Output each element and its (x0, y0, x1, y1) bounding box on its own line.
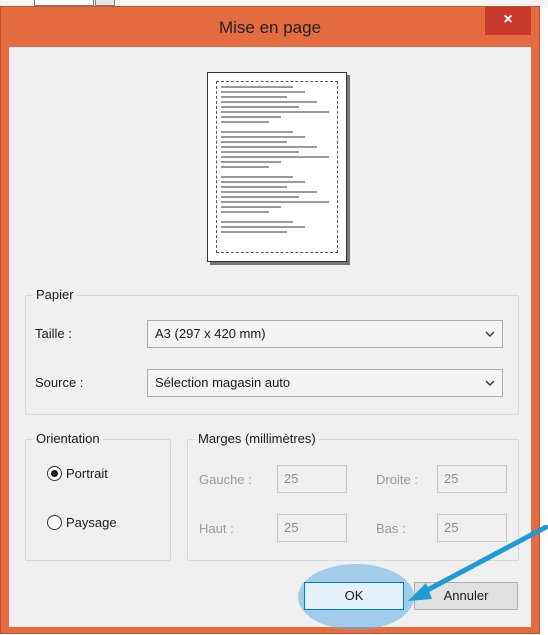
preview-text-line (221, 201, 329, 203)
preview-margin-guide (216, 81, 338, 253)
size-select-value: A3 (297 x 420 mm) (155, 326, 266, 341)
close-button[interactable]: × (485, 7, 531, 35)
preview-text-line (221, 116, 281, 118)
preview-text-line (221, 161, 281, 163)
source-label: Source : (35, 375, 84, 390)
preview-text-line (221, 141, 287, 143)
landscape-radio[interactable]: Paysage (47, 515, 117, 530)
margin-left-input[interactable]: 25 (277, 465, 347, 493)
preview-text-line (221, 91, 305, 93)
preview-text-line (221, 96, 287, 98)
preview-text-line (221, 86, 293, 88)
chevron-down-icon (485, 331, 495, 337)
preview-text-line (221, 206, 281, 208)
preview-text-line (221, 121, 269, 123)
source-select[interactable]: Sélection magasin auto (147, 369, 503, 397)
landscape-radio-circle (47, 515, 62, 530)
preview-text-line (221, 146, 317, 148)
preview-text-line (221, 151, 299, 153)
preview-text-line (221, 181, 305, 183)
orientation-group-label: Orientation (33, 431, 103, 447)
margin-top-label: Haut : (199, 521, 234, 536)
landscape-radio-label: Paysage (66, 515, 117, 530)
preview-text-line (221, 111, 329, 113)
page-preview (207, 72, 347, 262)
preview-text-line (221, 166, 269, 168)
margin-right-label: Droite : (376, 472, 418, 487)
margin-left-label: Gauche : (199, 472, 252, 487)
size-select[interactable]: A3 (297 x 420 mm) (147, 320, 503, 348)
size-label: Taille : (35, 326, 72, 341)
preview-text-line (221, 106, 299, 108)
chevron-down-icon (485, 380, 495, 386)
preview-text-line (221, 221, 293, 223)
preview-text-line (221, 196, 299, 198)
preview-text-line (221, 136, 305, 138)
ok-button[interactable]: OK (304, 582, 404, 610)
preview-text-line (221, 191, 317, 193)
preview-text-line (221, 226, 305, 228)
portrait-radio-circle (47, 466, 62, 481)
preview-text-line (221, 211, 269, 213)
preview-text-line (221, 131, 293, 133)
radio-selected-dot (51, 470, 58, 477)
margin-top-input[interactable]: 25 (277, 514, 347, 542)
source-select-value: Sélection magasin auto (155, 375, 291, 390)
portrait-radio-label: Portrait (66, 466, 108, 481)
annotation-arrow (408, 525, 548, 601)
paper-group-label: Papier (33, 287, 77, 303)
margin-right-input[interactable]: 25 (437, 465, 507, 493)
preview-text-line (221, 176, 293, 178)
title-bar: Mise en page × (1, 7, 539, 47)
dialog-title: Mise en page (218, 18, 322, 37)
preview-text-line (221, 231, 287, 233)
portrait-radio[interactable]: Portrait (47, 466, 108, 481)
preview-text-line (221, 186, 287, 188)
close-icon: × (503, 11, 513, 28)
margins-group-label: Marges (millimètres) (195, 431, 319, 447)
preview-text-line (221, 156, 329, 158)
paper-group: Papier (25, 287, 519, 415)
preview-text-line (221, 101, 317, 103)
orientation-group: Orientation (25, 431, 171, 561)
